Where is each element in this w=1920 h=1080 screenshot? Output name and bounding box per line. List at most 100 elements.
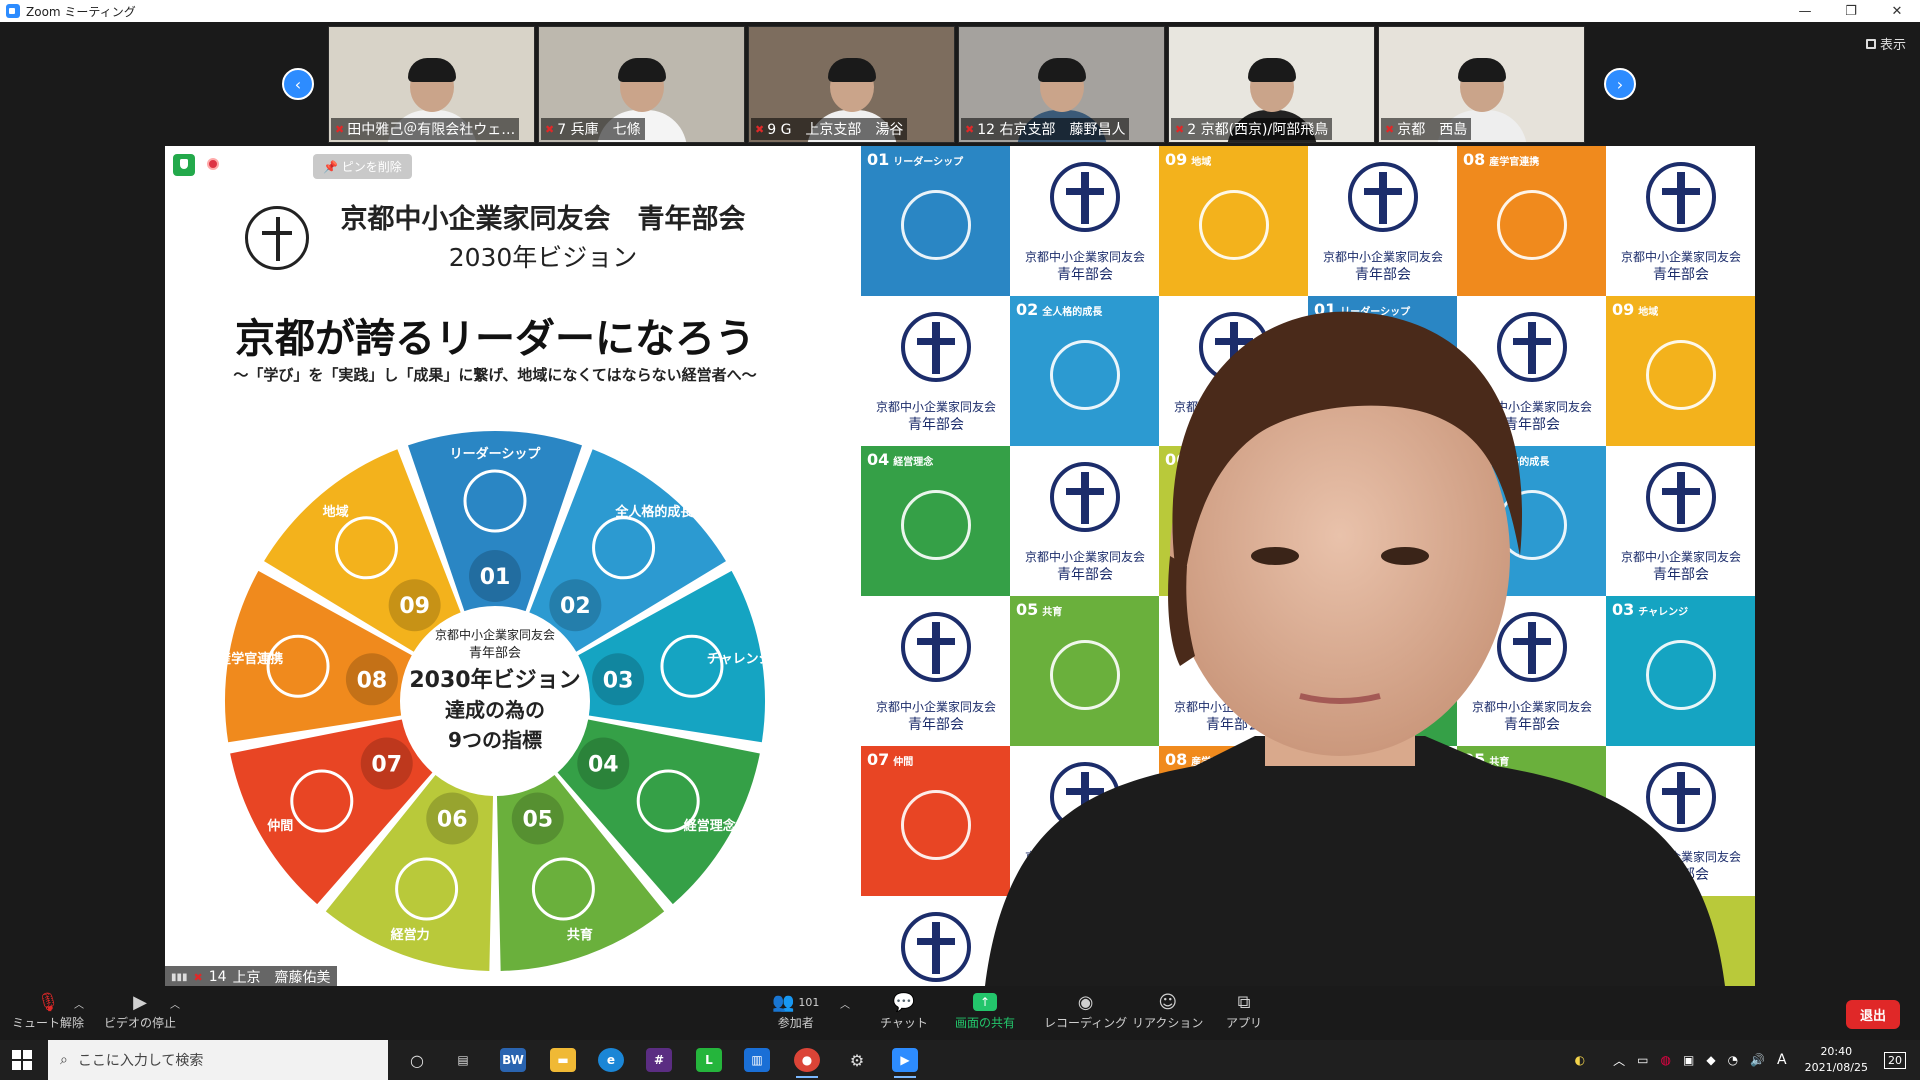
participant-tile[interactable]: ✖ 京都 西島 [1378,26,1585,143]
chrome-icon[interactable]: ● [794,1048,820,1078]
participant-tile[interactable]: ✖ 7 兵庫 七條 [538,26,745,143]
dropbox-icon[interactable]: ◆ [1706,1053,1715,1067]
grid-cell-number: 06 [1612,900,1635,919]
participant-tile[interactable]: ✖ 田中雅己＠有限会社ウェ… [328,26,535,143]
grid-indicator-cell: 05 共育 [1010,596,1160,746]
logo-subtext: 青年部会 [1355,567,1411,583]
participant-name-label: ✖ 12 右京支部 藤野昌人 [961,118,1130,140]
windows-taskbar: ⌕ ここに入力して検索 ○ ▤ BW ▬ e # L ▥ ● ⚙ ▶ ◐ ︿ ▭… [0,1040,1920,1080]
chat-button[interactable]: 💬 チャット [880,990,928,1031]
grid-logo-cell: 京都中小企業家同友会青年部会 [1457,296,1607,446]
grid-cell-label: チャレンジ [1042,907,1093,918]
grid-cell-header: 08 産学官連携 [1165,750,1241,769]
settings-icon[interactable]: ⚙ [844,1048,870,1072]
participant-name: 12 右京支部 藤野昌人 [977,122,1126,138]
participants-button[interactable]: 👥 101 参加者 [772,990,819,1031]
zoom-app-icon[interactable]: ▶ [892,1048,918,1078]
participant-name: 9 G 上京支部 湯谷 [767,122,904,138]
participant-tile[interactable]: ✖ 9 G 上京支部 湯谷 [748,26,955,143]
gallery-next-button[interactable]: › [1604,68,1636,100]
view-button[interactable]: 表示 [1865,34,1906,53]
maximize-button[interactable]: ❐ [1828,0,1874,22]
grid-cell-number: 08 [1165,750,1188,769]
trello-icon[interactable]: ▥ [744,1048,770,1072]
notification-center-icon[interactable]: 20 [1884,1051,1906,1069]
grid-logo-cell: 京都中小企業家同友会青年部会 [1606,446,1755,596]
logo-text: 京都中小企業家同友会 [1024,850,1145,864]
remove-pin-button[interactable]: 📌 ピンを削除 [313,154,412,179]
org-logo-icon [1646,162,1716,232]
ime-indicator[interactable]: A [1777,1052,1787,1068]
participant-name-label: ✖ 京都 西島 [1381,118,1472,140]
logo-text: 京都中小企業家同友会 [1471,400,1592,414]
grid-logo-cell: 京都中小企業家同友会青年部会 [1457,896,1607,986]
stop-video-button[interactable]: ▶ ビデオの停止 [104,990,176,1031]
wheel-number: 02 [560,594,591,619]
close-button[interactable]: ✕ [1874,0,1920,22]
network-icon[interactable]: ▣ [1683,1053,1694,1067]
participant-tile[interactable]: ✖ 12 右京支部 藤野昌人 [958,26,1165,143]
grid-view-icon [1865,38,1876,49]
windows-start-icon[interactable] [12,1050,32,1070]
minimize-button[interactable]: — [1782,0,1828,22]
indicator-icon [901,490,971,560]
grid-cell-label: 全人格的成長 [1042,307,1103,318]
task-view-icon[interactable]: ▤ [450,1048,476,1072]
grid-cell-number: 09 [1165,150,1188,169]
org-logo-icon [1348,162,1418,232]
muted-mic-icon: ✖ [965,122,975,136]
reactions-button[interactable]: ☺ リアクション [1132,990,1203,1031]
notification-count: 20 [1888,1053,1902,1067]
app-bw-icon[interactable]: BW [500,1048,526,1072]
wifi-icon[interactable]: ◔ [1728,1053,1738,1067]
record-button[interactable]: ◉ レコーディング [1044,990,1127,1031]
org-logo-icon [1646,462,1716,532]
wheel-label: 仲間 [267,818,293,834]
clock[interactable]: 20:40 2021/08/25 [1805,1044,1868,1076]
grid-logo-cell: 京都中小企業家同友会青年部会 [1457,596,1607,746]
volume-icon[interactable]: 🔊 [1750,1053,1765,1067]
tray-app-icon[interactable]: ▭ [1637,1053,1648,1067]
weather-icon[interactable]: ◐ [1575,1053,1585,1067]
participant-tile[interactable]: ✖ 2 京都(西京)/阿部飛鳥 [1168,26,1375,143]
file-explorer-icon[interactable]: ▬ [550,1048,576,1072]
line-icon[interactable]: L [696,1048,722,1072]
grid-cell-number: 03 [1612,600,1635,619]
cortana-icon[interactable]: ○ [404,1048,430,1072]
shield-icon[interactable] [173,154,195,176]
grid-cell-header: 02 全人格的成長 [1463,450,1549,469]
share-screen-button[interactable]: ↑ 画面の共有 [955,990,1015,1031]
leave-button[interactable]: 退出 [1845,1000,1900,1029]
org-logo-icon [1050,162,1120,232]
gallery-prev-button[interactable]: ‹ [282,68,314,100]
participants-options-caret[interactable]: ︿ [840,996,850,1011]
logo-text: 京都中小企業家同友会 [1173,400,1294,414]
indicator-icon [901,190,971,260]
grid-cell-header: 01 リーダーシップ [867,150,963,169]
taskbar-search[interactable]: ⌕ ここに入力して検索 [48,1040,388,1080]
grid-indicator-cell: 08 産学官連携 [1457,146,1607,296]
logo-subtext: 青年部会 [1057,867,1113,883]
edge-icon[interactable]: e [598,1048,624,1072]
antivirus-icon[interactable]: ◍ [1661,1053,1671,1067]
participant-name: 京都 西島 [1397,122,1468,138]
org-logo-icon [1497,612,1567,682]
org-logo [245,206,309,270]
audio-options-caret[interactable]: ︿ [74,996,84,1011]
apps-button[interactable]: ⧉ アプリ [1226,990,1262,1031]
logo-text: 京都中小企業家同友会 [1620,850,1741,864]
grid-cell-header: 04 経営理念 [1314,600,1380,619]
video-options-caret[interactable]: ︿ [170,996,180,1011]
grid-cell-label: 全人格的成長 [1489,457,1550,468]
self-name: 上京 齋藤佑美 [232,970,331,986]
grid-indicator-cell: 03 チャレンジ [1010,896,1160,986]
shared-screen: 📌 ピンを削除 京都中小企業家同友会 青年部会 2030年ビジョン 京都が誇るリ… [165,146,1755,986]
grid-indicator-cell: 04 経営理念 [861,446,1011,596]
headline: 京都が誇るリーダーになろう [235,316,755,362]
slack-icon[interactable]: # [646,1048,672,1072]
grid-indicator-cell: 09 地域 [1159,146,1309,296]
grid-cell-label: 経営力 [1638,907,1669,918]
grid-cell-number: 05 [1016,600,1039,619]
tray-expand-icon[interactable]: ︿ [1613,1052,1625,1069]
grid-cell-label: リーダーシップ [893,157,964,168]
